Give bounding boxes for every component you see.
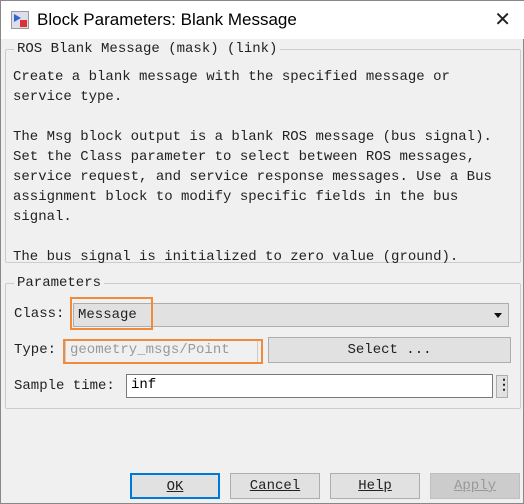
apply-label: Apply — [453, 478, 496, 494]
description-legend: ROS Blank Message (mask) (link) — [17, 41, 278, 57]
sample-time-label: Sample time: — [14, 378, 115, 394]
cancel-label: Cancel — [249, 478, 301, 494]
type-field[interactable]: geometry_msgs/Point — [65, 339, 258, 363]
simulink-block-icon — [11, 11, 29, 29]
class-dropdown[interactable]: Message — [73, 303, 509, 327]
parameters-legend: Parameters — [17, 275, 102, 291]
ok-label: OK — [166, 479, 184, 495]
help-button[interactable]: Help — [330, 473, 420, 499]
chevron-down-icon — [494, 313, 502, 318]
ok-button[interactable]: OK — [130, 473, 220, 499]
cancel-button[interactable]: Cancel — [230, 473, 320, 499]
close-icon[interactable]: ✕ — [494, 7, 511, 31]
class-label: Class: — [14, 306, 65, 322]
window-title: Block Parameters: Blank Message — [37, 10, 297, 29]
apply-button[interactable]: Apply — [430, 473, 520, 499]
class-value: Message — [78, 307, 137, 323]
type-label: Type: — [14, 342, 57, 358]
select-type-button[interactable]: Select ... — [268, 337, 511, 363]
description-text: Create a blank message with the specifie… — [13, 69, 492, 265]
help-label: Help — [358, 478, 392, 494]
sample-time-input[interactable]: inf — [126, 374, 493, 398]
title-bar: Block Parameters: Blank Message ✕ — [1, 1, 524, 39]
more-options-icon[interactable]: ⋮ — [496, 375, 511, 398]
